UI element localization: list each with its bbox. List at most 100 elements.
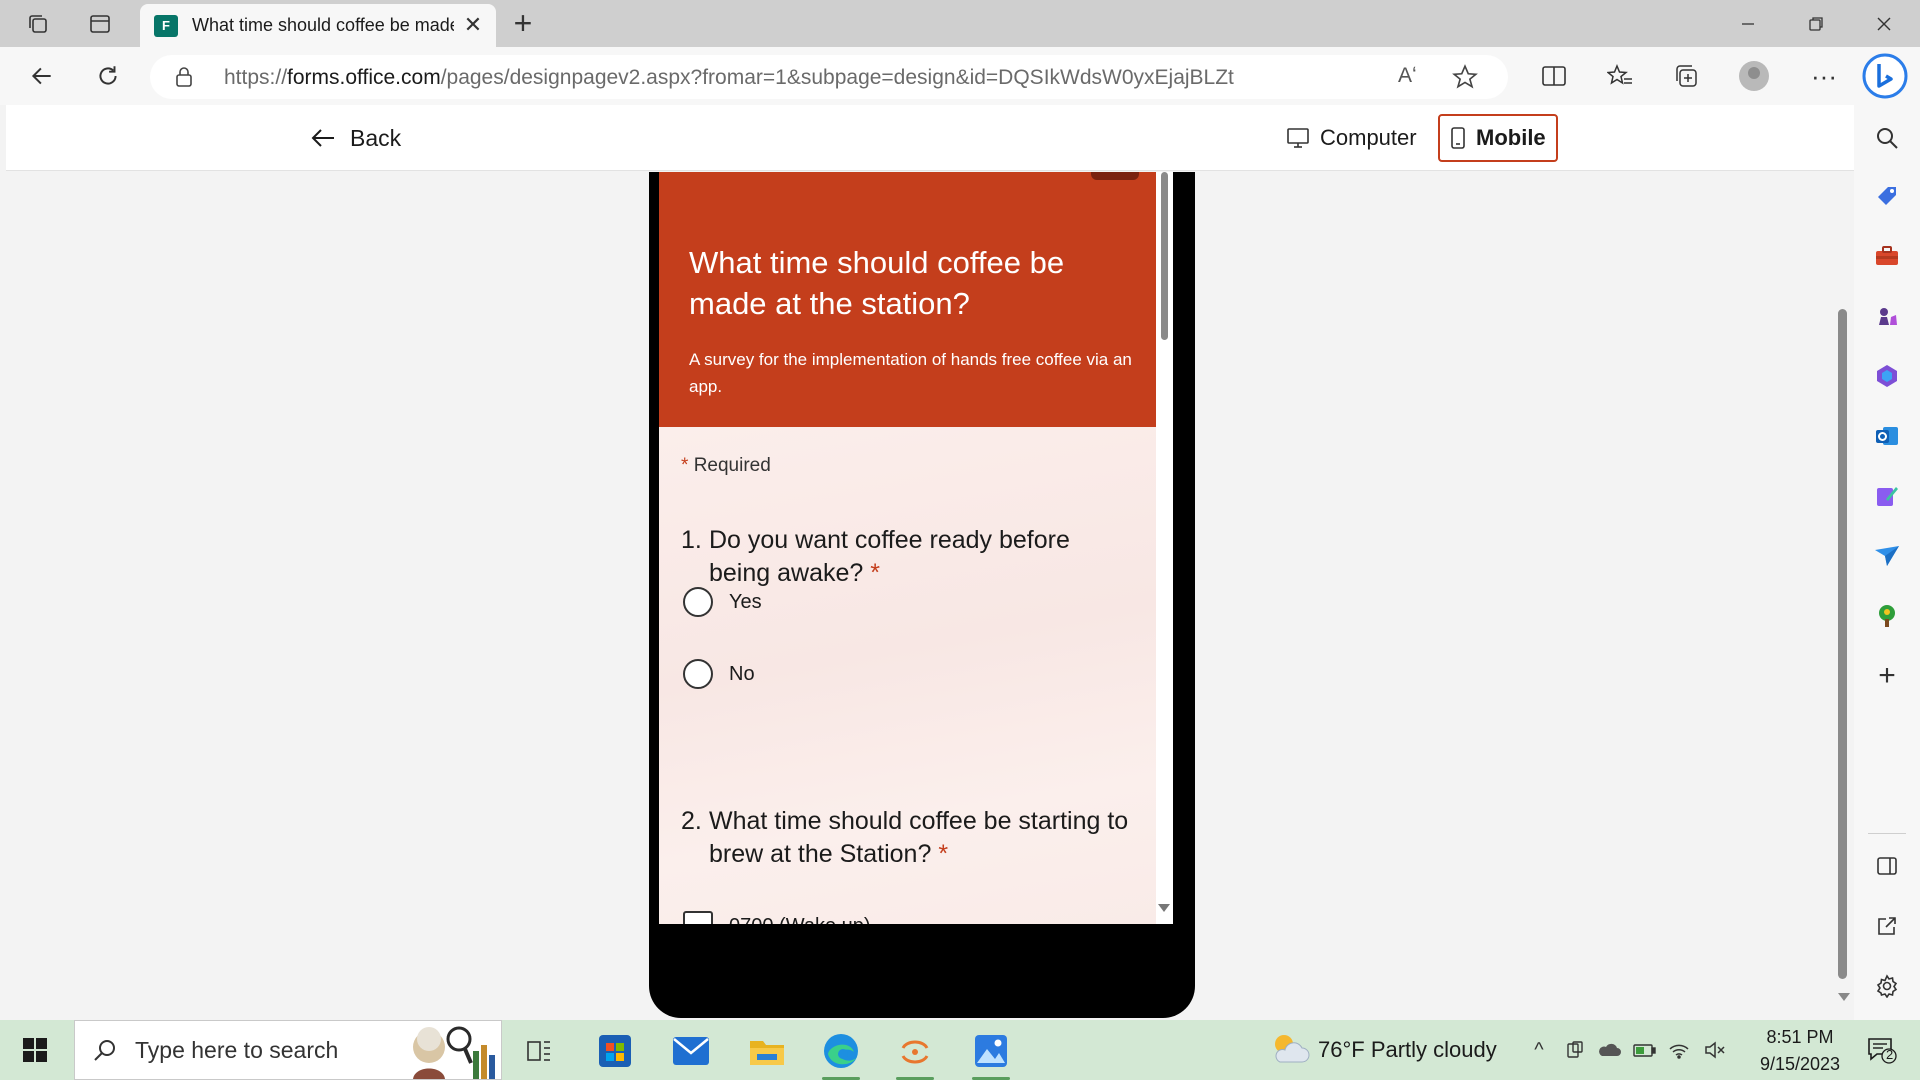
favorites-icon[interactable] — [1600, 57, 1640, 95]
start-windows-icon[interactable] — [12, 1027, 58, 1073]
option-no[interactable]: No — [683, 658, 755, 690]
mobile-view-button[interactable]: Mobile — [1438, 114, 1558, 162]
tree-icon[interactable] — [1872, 601, 1902, 631]
page-scrollbar[interactable] — [1834, 171, 1854, 1020]
page-scroll-down-icon[interactable] — [1838, 993, 1850, 1001]
form-description: A survey for the implementation of hands… — [689, 350, 1132, 396]
more-options-icon[interactable]: ··· — [1804, 57, 1844, 95]
designer-icon[interactable] — [1872, 481, 1902, 511]
meet-now-icon[interactable] — [1560, 1030, 1590, 1070]
games-icon[interactable] — [1872, 301, 1902, 331]
mobile-preview-frame: What time should coffee be made at the s… — [649, 172, 1195, 1018]
monitor-icon — [1287, 128, 1309, 148]
notification-count: 2 — [1886, 1047, 1894, 1062]
radio-button[interactable] — [683, 659, 713, 689]
search-icon[interactable] — [1872, 123, 1902, 153]
bing-chat-icon[interactable] — [1860, 51, 1910, 101]
required-star: * — [681, 455, 689, 476]
photos-icon[interactable] — [968, 1028, 1014, 1080]
required-star: * — [938, 840, 949, 868]
shopping-tag-icon[interactable] — [1872, 181, 1902, 211]
banner-tab-decoration — [1091, 172, 1139, 180]
search-placeholder: Type here to search — [135, 1036, 339, 1063]
file-explorer-icon[interactable] — [744, 1028, 790, 1074]
mobile-label: Mobile — [1476, 125, 1546, 150]
computer-label: Computer — [1320, 125, 1417, 150]
question-number: 1. — [681, 526, 702, 554]
tools-icon[interactable] — [1872, 241, 1902, 271]
required-star: * — [870, 559, 880, 587]
favorite-star-icon[interactable] — [1452, 64, 1478, 95]
minimize-icon[interactable] — [1728, 8, 1768, 40]
option-0700[interactable]: 0700 (Wake up) — [683, 910, 871, 924]
preview-header: Back Computer Mobile — [6, 105, 1854, 171]
required-label: Required — [693, 455, 771, 476]
microsoft-store-icon[interactable] — [592, 1028, 638, 1074]
system-clock[interactable]: 8:51 PM 9/15/2023 — [1740, 1024, 1860, 1078]
volume-muted-icon[interactable] — [1700, 1030, 1730, 1070]
hide-sidebar-icon[interactable] — [1872, 851, 1902, 881]
arrow-left-icon — [311, 129, 334, 147]
phone-icon — [1451, 127, 1465, 149]
scroll-down-arrow-icon[interactable] — [1158, 904, 1170, 912]
question-number: 2. — [681, 807, 702, 835]
chevron-up-icon[interactable]: ^ — [1524, 1030, 1554, 1070]
active-tab[interactable]: F What time should coffee be made at the… — [140, 4, 496, 47]
option-label: Yes — [729, 590, 762, 613]
back-label: Back — [350, 124, 402, 151]
external-link-icon[interactable] — [1872, 911, 1902, 941]
edge-browser-icon[interactable] — [818, 1028, 864, 1080]
new-tab-button[interactable]: + — [506, 7, 540, 40]
add-icon[interactable]: + — [1872, 659, 1902, 692]
profile-avatar[interactable] — [1734, 57, 1774, 95]
computer-view-button[interactable]: Computer — [1276, 114, 1427, 162]
page-scroll-thumb[interactable] — [1838, 309, 1847, 979]
send-icon[interactable] — [1872, 541, 1902, 571]
form-body: * Required 1. Do you want coffee ready b… — [659, 427, 1156, 924]
split-screen-icon[interactable] — [1534, 57, 1574, 95]
settings-gear-icon[interactable] — [1872, 971, 1902, 1001]
restore-icon[interactable] — [1796, 8, 1836, 40]
vertical-tabs-icon[interactable] — [82, 8, 118, 40]
lock-icon[interactable] — [174, 66, 194, 93]
url-text[interactable]: https://forms.office.com/pages/designpag… — [224, 66, 1234, 90]
browser-tab-strip: F What time should coffee be made at the… — [0, 0, 1920, 47]
browser-toolbar: https://forms.office.com/pages/designpag… — [0, 47, 1920, 105]
form-header-banner: What time should coffee be made at the s… — [659, 172, 1156, 427]
address-bar[interactable]: https://forms.office.com/pages/designpag… — [150, 55, 1508, 99]
page-content: Back Computer Mobile What time should co… — [6, 105, 1854, 1020]
preview-scroll-thumb[interactable] — [1161, 172, 1168, 340]
back-arrow-icon[interactable] — [22, 57, 62, 95]
edge-sidebar: + — [1854, 105, 1920, 1020]
preview-scrollbar[interactable] — [1156, 172, 1173, 924]
read-aloud-icon[interactable]: Aʻ — [1398, 64, 1417, 88]
wifi-icon[interactable] — [1664, 1030, 1694, 1070]
outlook-icon[interactable] — [1872, 421, 1902, 451]
back-button[interactable]: Back — [310, 123, 401, 153]
weather-text[interactable]: 76°F Partly cloudy — [1318, 1037, 1497, 1063]
question-1: 1. Do you want coffee ready before being… — [681, 524, 1131, 590]
microsoft-365-icon[interactable] — [1872, 361, 1902, 391]
search-icon — [94, 1040, 115, 1061]
onedrive-icon[interactable] — [1594, 1030, 1624, 1070]
mail-icon[interactable] — [668, 1028, 714, 1074]
question-text: Do you want coffee ready before being aw… — [709, 526, 1070, 587]
task-view-icon[interactable] — [516, 1028, 562, 1074]
weather-icon[interactable] — [1270, 1032, 1310, 1071]
forms-favicon: F — [154, 14, 178, 37]
checkbox[interactable] — [683, 911, 713, 924]
workspaces-icon[interactable] — [20, 8, 56, 40]
mobile-preview-screen: What time should coffee be made at the s… — [659, 172, 1173, 924]
tab-close-icon[interactable]: ✕ — [460, 12, 486, 38]
option-label: No — [729, 662, 755, 685]
collections-icon[interactable] — [1666, 57, 1706, 95]
option-yes[interactable]: Yes — [683, 586, 762, 618]
notification-center-icon[interactable]: 2 — [1862, 1030, 1902, 1070]
question-text: What time should coffee be starting to b… — [709, 807, 1129, 868]
refresh-icon[interactable] — [88, 57, 128, 95]
battery-icon[interactable] — [1630, 1030, 1660, 1070]
pictures-app-icon[interactable] — [892, 1028, 938, 1080]
taskbar-search[interactable]: Type here to search — [74, 1020, 502, 1080]
radio-button[interactable] — [683, 587, 713, 617]
close-window-icon[interactable] — [1864, 8, 1904, 40]
